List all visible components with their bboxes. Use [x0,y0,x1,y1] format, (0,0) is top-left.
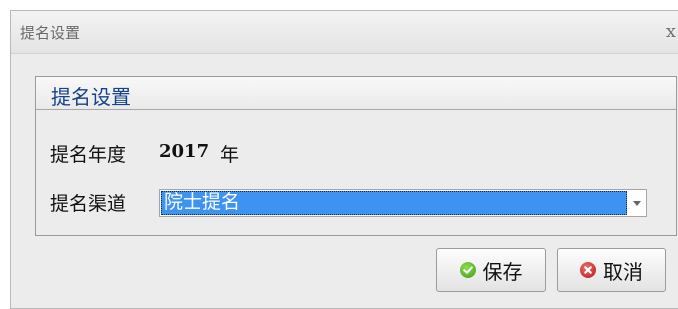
group-header: 提名设置 [36,77,676,110]
year-unit: 年 [220,144,240,166]
channel-selected-value[interactable]: 院士提名 [161,191,627,215]
close-icon[interactable]: x [666,21,676,42]
title-bar: 提名设置 x [11,11,678,54]
save-button[interactable]: 保存 [436,248,546,292]
save-button-label: 保存 [482,259,523,284]
x-circle-icon [580,262,596,278]
year-value: 2017 [159,141,210,162]
year-label: 提名年度 [50,144,127,166]
channel-label: 提名渠道 [50,193,127,215]
group-title: 提名设置 [51,85,131,109]
settings-dialog: 提名设置 x 提名设置 提名年度 2017 年 提名渠道 院士提名 保存 取消 [10,10,678,309]
channel-select[interactable]: 院士提名 [159,189,647,217]
check-circle-icon [459,262,476,278]
window-title: 提名设置 [20,24,81,42]
cancel-button-label: 取消 [603,259,643,284]
cancel-button[interactable]: 取消 [557,248,666,292]
chevron-down-icon[interactable] [628,190,646,216]
settings-group: 提名设置 提名年度 2017 年 提名渠道 院士提名 [35,76,677,236]
